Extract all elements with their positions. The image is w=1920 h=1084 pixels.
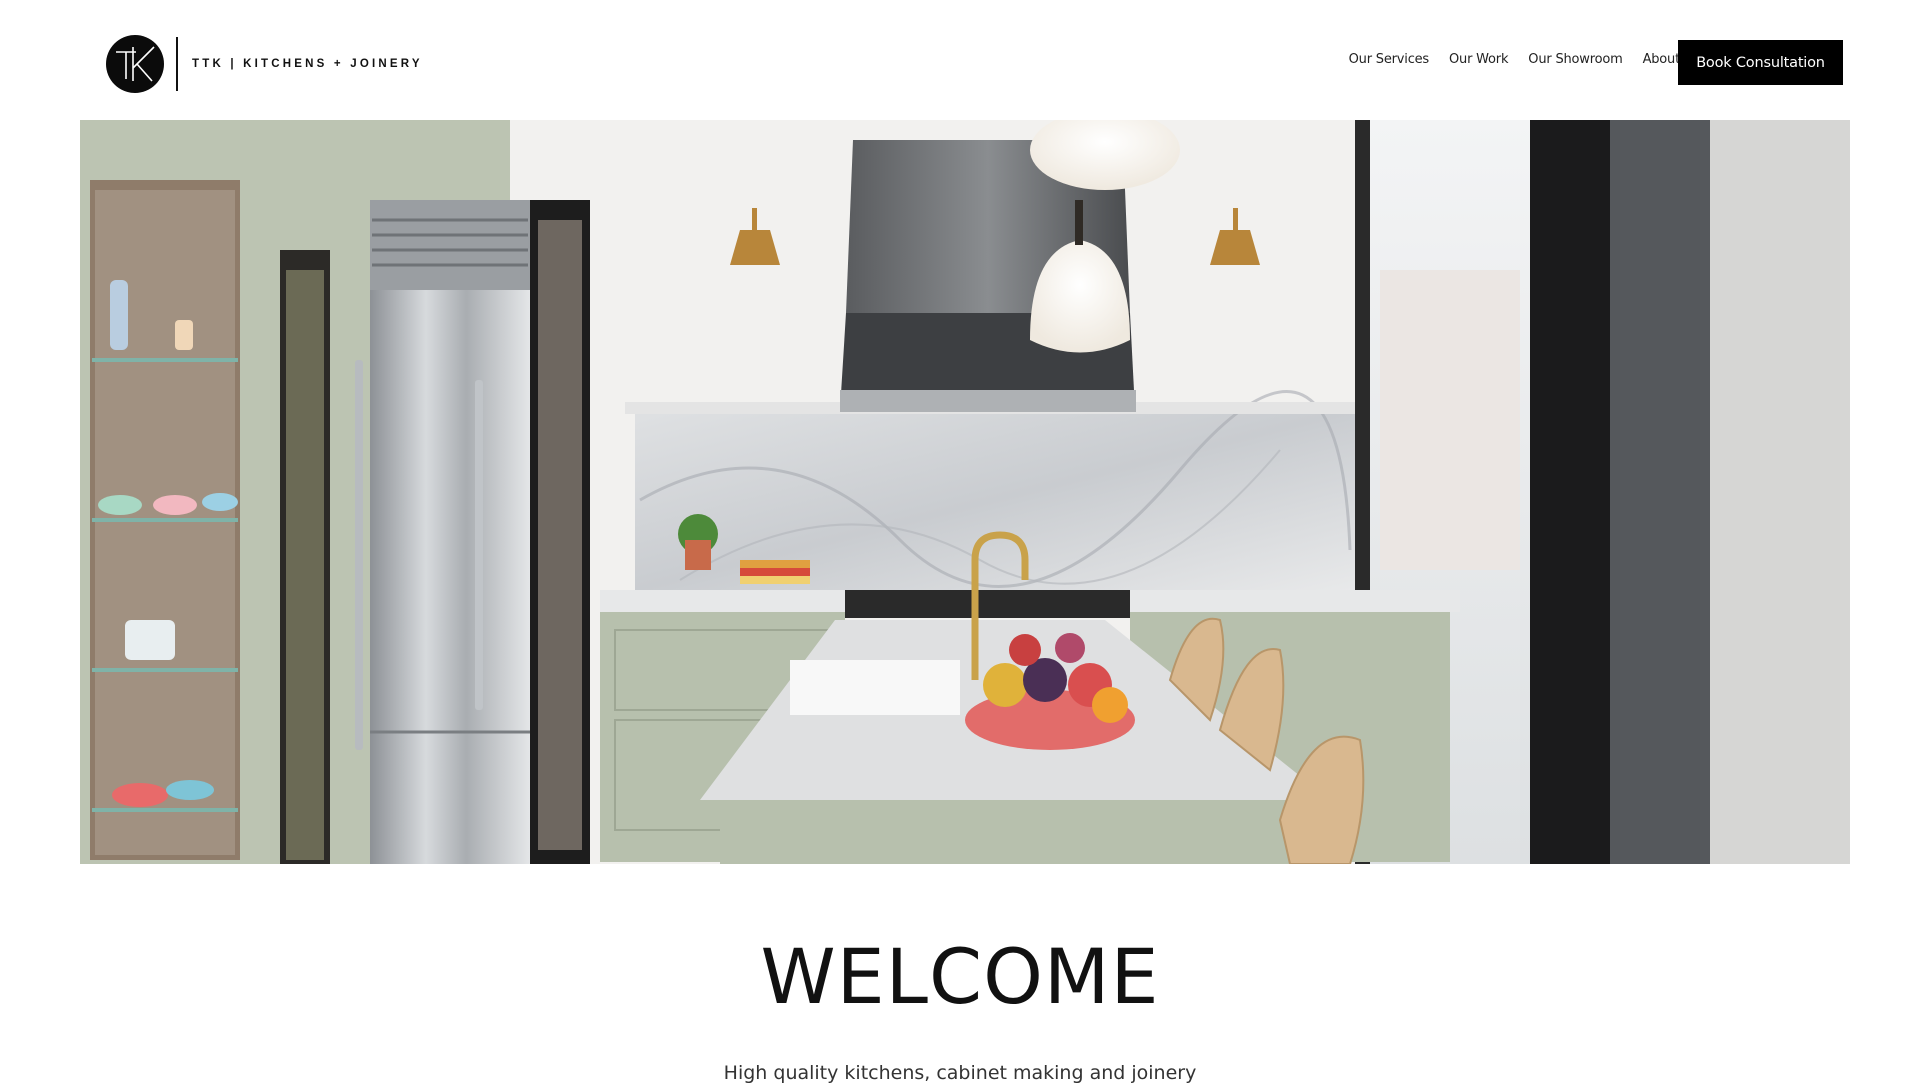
main-nav: Our Services Our Work Our Showroom About (1349, 52, 1681, 67)
logo-divider (176, 37, 178, 91)
hero-kitchen-image (80, 120, 1850, 864)
nav-our-work[interactable]: Our Work (1449, 52, 1508, 67)
welcome-subtitle: High quality kitchens, cabinet making an… (723, 1062, 1197, 1084)
nav-our-showroom[interactable]: Our Showroom (1528, 52, 1622, 67)
logo-wordmark: TTK | KITCHENS + JOINERY (192, 58, 423, 70)
kitchen-photo-icon (80, 120, 1850, 864)
ttk-monogram-icon (106, 35, 164, 93)
nav-our-services[interactable]: Our Services (1349, 52, 1430, 67)
welcome-heading: WELCOME (760, 932, 1160, 1021)
nav-about[interactable]: About (1643, 52, 1681, 67)
site-logo[interactable]: TTK | KITCHENS + JOINERY (106, 34, 423, 94)
book-consultation-button[interactable]: Book Consultation (1678, 40, 1843, 85)
